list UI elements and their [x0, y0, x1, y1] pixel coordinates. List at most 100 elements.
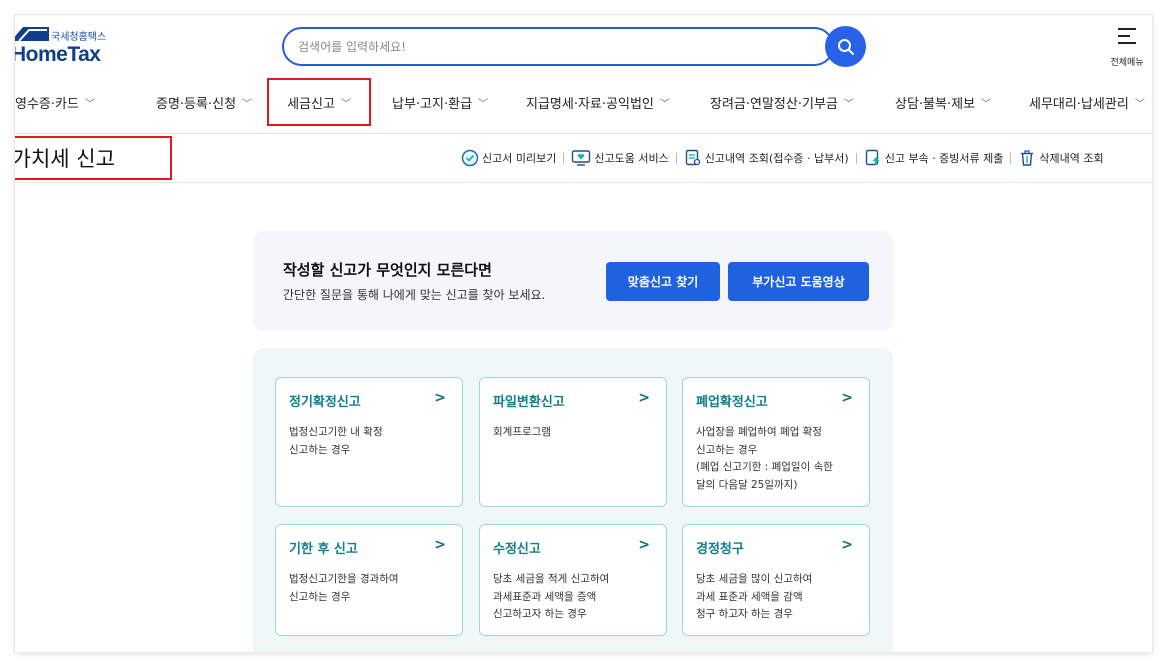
- all-menu-label: 전체메뉴: [1110, 58, 1144, 68]
- document-upload-icon: [865, 149, 880, 166]
- util-help-link[interactable]: 신고도움 서비스: [571, 149, 669, 167]
- chevron-down-icon: ﹀: [659, 98, 670, 110]
- card-desc-line: (폐업 신고기한 : 폐업일이 속한: [696, 461, 833, 473]
- card-desc-line: 신고하고자 하는 경우: [493, 608, 587, 620]
- card-desc-line: 신고하는 경우: [289, 590, 351, 603]
- nav-item-label: 장려금·연말정산·기부금: [710, 96, 838, 112]
- card-desc-line: 법정신고기한 내 확정: [289, 426, 383, 438]
- chevron-right-icon: >: [434, 390, 446, 406]
- chevron-down-icon: ﹀: [84, 98, 95, 110]
- card-desc-line: 사업장을 폐업하여 폐업 확정: [696, 426, 822, 438]
- find-filing-button[interactable]: 맞춤신고 찾기: [606, 262, 720, 301]
- document-search-icon: [685, 149, 700, 166]
- card-desc-line: 과세표준과 세액을 증액: [493, 590, 597, 603]
- nav-item-receipts[interactable]: 계산서·영수증·카드 ﹀: [15, 77, 95, 127]
- card-desc-line: 신고하는 경우: [696, 443, 758, 456]
- chevron-right-icon: >: [638, 390, 650, 406]
- card-title: 경정청구: [696, 542, 744, 557]
- card-description: 당초 세금을 많이 신고하여 과세 표준과 세액을 감액 청구 하고자 하는 경…: [696, 571, 812, 624]
- util-separator: [1010, 152, 1012, 164]
- nav-item-label: 지급명세·자료·공익법인: [526, 96, 654, 112]
- card-description: 당초 세금을 적게 신고하여 과세표준과 세액을 증액 신고하고자 하는 경우: [493, 571, 609, 624]
- card-amended-filing[interactable]: 수정신고 > 당초 세금을 적게 신고하여 과세표준과 세액을 증액 신고하고자…: [479, 524, 667, 636]
- guide-banner: 작성할 신고가 무엇인지 모른다면 간단한 질문을 통해 나에게 맞는 신고를 …: [253, 231, 893, 331]
- page-title: 부가가치세 신고: [15, 147, 115, 171]
- chevron-down-icon: ﹀: [340, 98, 351, 110]
- search-button[interactable]: [825, 26, 866, 67]
- card-title: 폐업확정신고: [696, 395, 768, 410]
- nav-item-tax-filing[interactable]: 세금신고 ﹀: [267, 78, 371, 126]
- nav-item-consultation[interactable]: 상담·불복·제보 ﹀: [895, 77, 991, 127]
- card-description: 법정신고기한을 경과하여 신고하는 경우: [289, 571, 399, 606]
- card-refund-claim[interactable]: 경정청구 > 당초 세금을 많이 신고하여 과세 표준과 세액을 감액 청구 하…: [682, 524, 870, 636]
- card-desc-line: 과세 표준과 세액을 감액: [696, 590, 803, 603]
- card-late-filing[interactable]: 기한 후 신고 > 법정신고기한을 경과하여 신고하는 경우: [275, 524, 463, 636]
- util-separator: [563, 152, 565, 164]
- util-history-link[interactable]: 신고내역 조회(접수증 · 납부서): [684, 149, 849, 167]
- nav-item-statements[interactable]: 지급명세·자료·공익법인 ﹀: [526, 77, 670, 127]
- card-desc-line: 법정신고기한을 경과하여: [289, 573, 399, 585]
- util-label: 삭제내역 조회: [1039, 152, 1104, 165]
- banner-title: 작성할 신고가 무엇인지 모른다면: [283, 261, 492, 279]
- chevron-right-icon: >: [638, 537, 650, 553]
- title-divider: [15, 182, 1152, 183]
- chevron-down-icon: ﹀: [981, 98, 992, 110]
- page-title-highlight: 부가가치세 신고: [15, 136, 172, 180]
- util-submit-docs-link[interactable]: 신고 부속 · 증빙서류 제출: [864, 149, 1004, 167]
- card-title: 수정신고: [493, 542, 541, 557]
- banner-subtitle: 간단한 질문을 통해 나에게 맞는 신고를 찾아 보세요.: [283, 288, 546, 302]
- nav-item-label: 세금신고: [287, 96, 335, 112]
- chevron-right-icon: >: [434, 537, 446, 553]
- search-input[interactable]: [298, 38, 778, 56]
- monitor-heart-icon: [572, 150, 591, 166]
- card-title: 정기확정신고: [289, 395, 361, 410]
- hamburger-icon: [1118, 28, 1136, 44]
- search-bar: [282, 27, 834, 66]
- roof-logo-icon: [15, 27, 49, 42]
- card-closure-filing[interactable]: 폐업확정신고 > 사업장을 폐업하여 폐업 확정 신고하는 경우 (폐업 신고기…: [682, 377, 870, 507]
- card-desc-line: 당초 세금을 많이 신고하여: [696, 573, 813, 585]
- trash-icon: [1021, 150, 1034, 166]
- chevron-down-icon: ﹀: [478, 98, 489, 110]
- chevron-right-icon: >: [841, 390, 853, 406]
- logo-wordmark: HomeTax: [15, 43, 101, 66]
- hometax-logo[interactable]: 국세청홈택스 HomeTax: [15, 25, 131, 75]
- util-label: 신고도움 서비스: [594, 152, 669, 165]
- check-circle-icon: [461, 149, 479, 167]
- card-desc-line: 회계프로그램: [493, 426, 551, 438]
- nav-item-payment[interactable]: 납부·고지·환급 ﹀: [392, 77, 488, 127]
- nav-item-label: 납부·고지·환급: [392, 96, 473, 112]
- card-file-conversion[interactable]: 파일변환신고 > 회계프로그램: [479, 377, 667, 507]
- utility-links: 신고서 미리보기 신고도움 서비스 신고내역 조회(접수증 · 납부서) 신고 …: [461, 147, 1104, 169]
- card-desc-line: 달의 다음달 25일까지): [696, 478, 798, 491]
- card-title: 기한 후 신고: [289, 542, 358, 557]
- nav-item-label: 계산서·영수증·카드: [15, 96, 79, 112]
- nav-item-certificates[interactable]: 증명·등록·신청 ﹀: [156, 77, 252, 127]
- help-video-button[interactable]: 부가신고 도움영상: [728, 262, 869, 301]
- logo-subtitle: 국세청홈택스: [51, 32, 107, 43]
- nav-divider: [15, 133, 1152, 134]
- all-menu-button[interactable]: 전체메뉴: [1105, 27, 1149, 68]
- card-desc-line: 신고하는 경우: [289, 443, 351, 456]
- main-nav: 계산서·영수증·카드 ﹀ 증명·등록·신청 ﹀ 세금신고 ﹀ 납부·고지·환급 ﹀ 지급…: [15, 77, 1152, 127]
- nav-item-incentives[interactable]: 장려금·연말정산·기부금 ﹀: [710, 77, 854, 127]
- chevron-down-icon: ﹀: [1134, 98, 1145, 110]
- util-label: 신고내역 조회(접수증 · 납부서): [704, 152, 849, 165]
- util-preview-link[interactable]: 신고서 미리보기: [461, 149, 556, 167]
- util-separator: [675, 152, 677, 164]
- chevron-down-icon: ﹀: [242, 98, 253, 110]
- chevron-right-icon: >: [841, 537, 853, 553]
- card-description: 회계프로그램: [493, 424, 551, 442]
- util-separator: [855, 152, 857, 164]
- util-label: 신고 부속 · 증빙서류 제출: [884, 152, 1004, 165]
- card-desc-line: 청구 하고자 하는 경우: [696, 608, 793, 620]
- card-description: 법정신고기한 내 확정 신고하는 경우: [289, 424, 383, 459]
- nav-item-agent[interactable]: 세무대리·납세관리 ﹀: [1029, 77, 1145, 127]
- chevron-down-icon: ﹀: [843, 98, 854, 110]
- card-title: 파일변환신고: [493, 395, 565, 410]
- nav-item-label: 증명·등록·신청: [156, 96, 237, 112]
- filing-type-cards: 정기확정신고 > 법정신고기한 내 확정 신고하는 경우 파일변환신고 > 회계…: [253, 348, 893, 652]
- card-regular-filing[interactable]: 정기확정신고 > 법정신고기한 내 확정 신고하는 경우: [275, 377, 463, 507]
- util-deleted-link[interactable]: 삭제내역 조회: [1018, 149, 1104, 167]
- nav-item-label: 상담·불복·제보: [895, 96, 976, 112]
